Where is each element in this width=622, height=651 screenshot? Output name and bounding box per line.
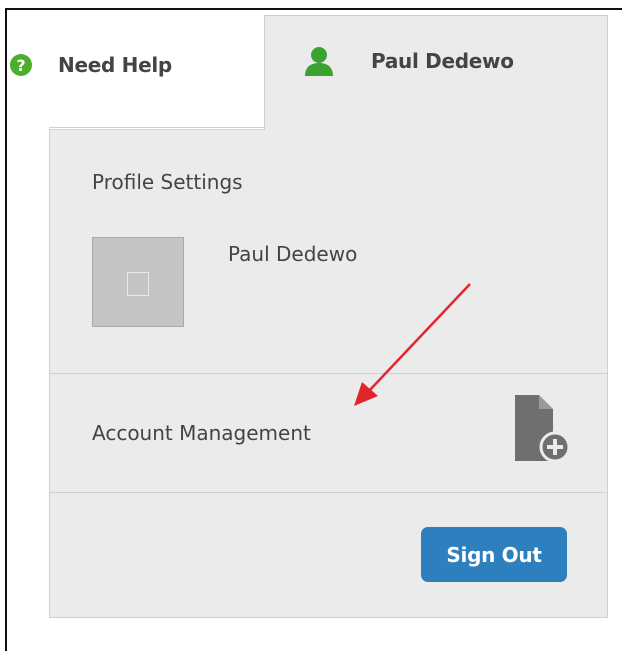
panel-top-edge bbox=[49, 127, 265, 128]
profile-name: Paul Dedewo bbox=[228, 242, 358, 266]
user-dropdown-panel: Profile Settings Paul Dedewo Account Man… bbox=[49, 129, 608, 618]
avatar[interactable] bbox=[92, 237, 184, 327]
tab-panel-join bbox=[265, 125, 607, 133]
image-placeholder-icon bbox=[127, 272, 149, 296]
user-icon bbox=[305, 47, 333, 76]
profile-settings-link[interactable]: Profile Settings bbox=[92, 170, 243, 194]
user-menu-label: Paul Dedewo bbox=[371, 49, 514, 73]
sign-out-button[interactable]: Sign Out bbox=[421, 527, 567, 582]
annotation-arrow bbox=[354, 283, 471, 406]
account-management-row[interactable]: Account Management bbox=[50, 373, 607, 492]
need-help-tab[interactable]: ? Need Help bbox=[10, 40, 172, 90]
document-add-icon[interactable] bbox=[513, 393, 571, 463]
question-circle-icon: ? bbox=[10, 54, 32, 76]
divider bbox=[50, 492, 607, 493]
account-management-link[interactable]: Account Management bbox=[92, 421, 311, 445]
user-menu-tab[interactable]: Paul Dedewo bbox=[264, 15, 608, 130]
need-help-label: Need Help bbox=[58, 53, 172, 77]
